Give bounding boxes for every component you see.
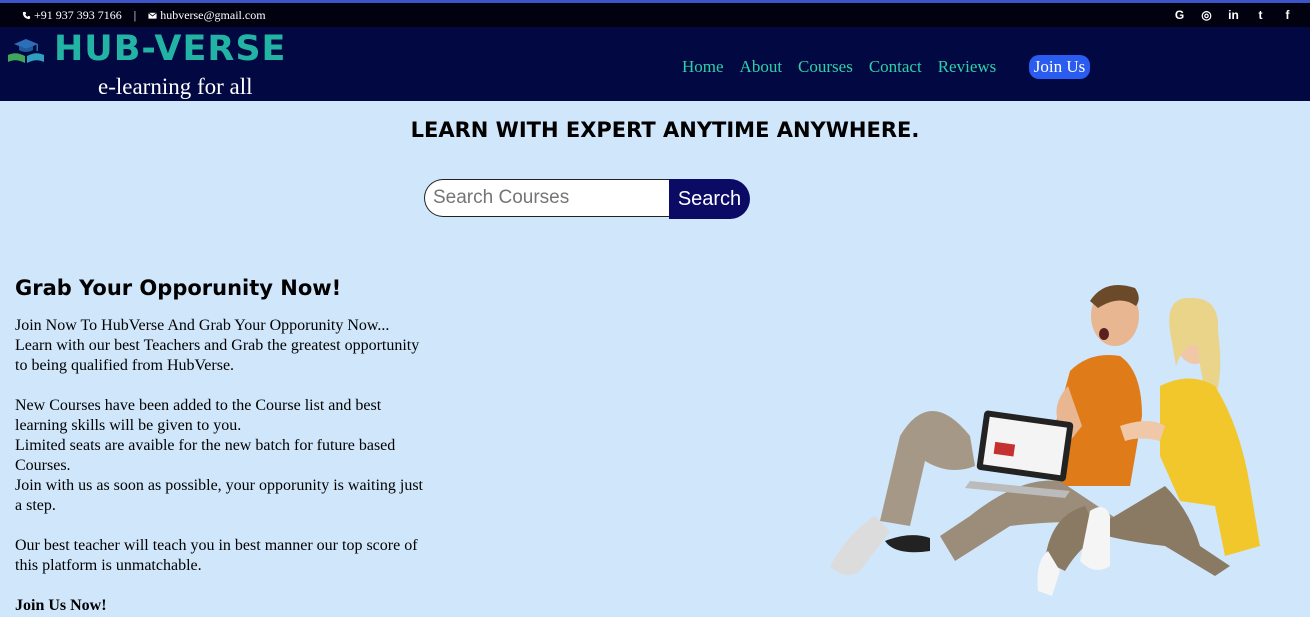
nav-courses[interactable]: Courses <box>798 57 853 77</box>
search-button[interactable]: Search <box>669 179 750 219</box>
brand-name[interactable]: HUB-VERSE <box>54 29 286 69</box>
opportunity-paragraph-3: Limited seats are avaible for the new ba… <box>15 437 396 474</box>
social-links: G ◎ in t f <box>1173 8 1294 22</box>
join-us-button[interactable]: Join Us <box>1029 55 1090 79</box>
contact-info: +91 937 393 7166 | hubverse@gmail.com <box>22 8 266 23</box>
opportunity-paragraph-5: Our best teacher will teach you in best … <box>15 537 418 574</box>
main-nav: Home About Courses Contact Reviews <box>682 57 996 77</box>
nav-reviews[interactable]: Reviews <box>938 57 997 77</box>
course-search: Search <box>424 179 750 219</box>
facebook-icon[interactable]: f <box>1281 8 1294 22</box>
hero-title: LEARN WITH EXPERT ANYTIME ANYWHERE. <box>410 118 920 142</box>
envelope-icon <box>148 12 157 19</box>
google-icon[interactable]: G <box>1173 8 1186 22</box>
graduation-book-icon[interactable] <box>6 35 46 65</box>
students-laptop-illustration <box>830 284 1260 596</box>
nav-about[interactable]: About <box>740 57 783 77</box>
nav-home[interactable]: Home <box>682 57 724 77</box>
contact-bar: +91 937 393 7166 | hubverse@gmail.com G … <box>0 3 1310 27</box>
search-input[interactable] <box>424 179 670 217</box>
opportunity-paragraph-2: New Courses have been added to the Cours… <box>15 397 382 434</box>
twitter-icon[interactable]: t <box>1254 8 1267 22</box>
nav-contact[interactable]: Contact <box>869 57 922 77</box>
brand-tagline: e-learning for all <box>98 74 253 99</box>
site-header: HUB-VERSE e-learning for all Home About … <box>0 27 1310 101</box>
contact-separator: | <box>133 8 137 22</box>
phone-number[interactable]: +91 937 393 7166 <box>34 8 122 23</box>
phone-icon <box>22 11 31 20</box>
opportunity-title: Grab Your Opporunity Now! <box>15 276 342 300</box>
instagram-icon[interactable]: ◎ <box>1200 8 1213 22</box>
linkedin-icon[interactable]: in <box>1227 8 1240 22</box>
opportunity-paragraph-1: Join Now To HubVerse And Grab Your Oppor… <box>15 317 420 374</box>
email-address[interactable]: hubverse@gmail.com <box>160 8 265 23</box>
opportunity-paragraph-4: Join with us as soon as possible, your o… <box>15 477 423 514</box>
join-now-cta[interactable]: Join Us Now! <box>15 596 425 616</box>
